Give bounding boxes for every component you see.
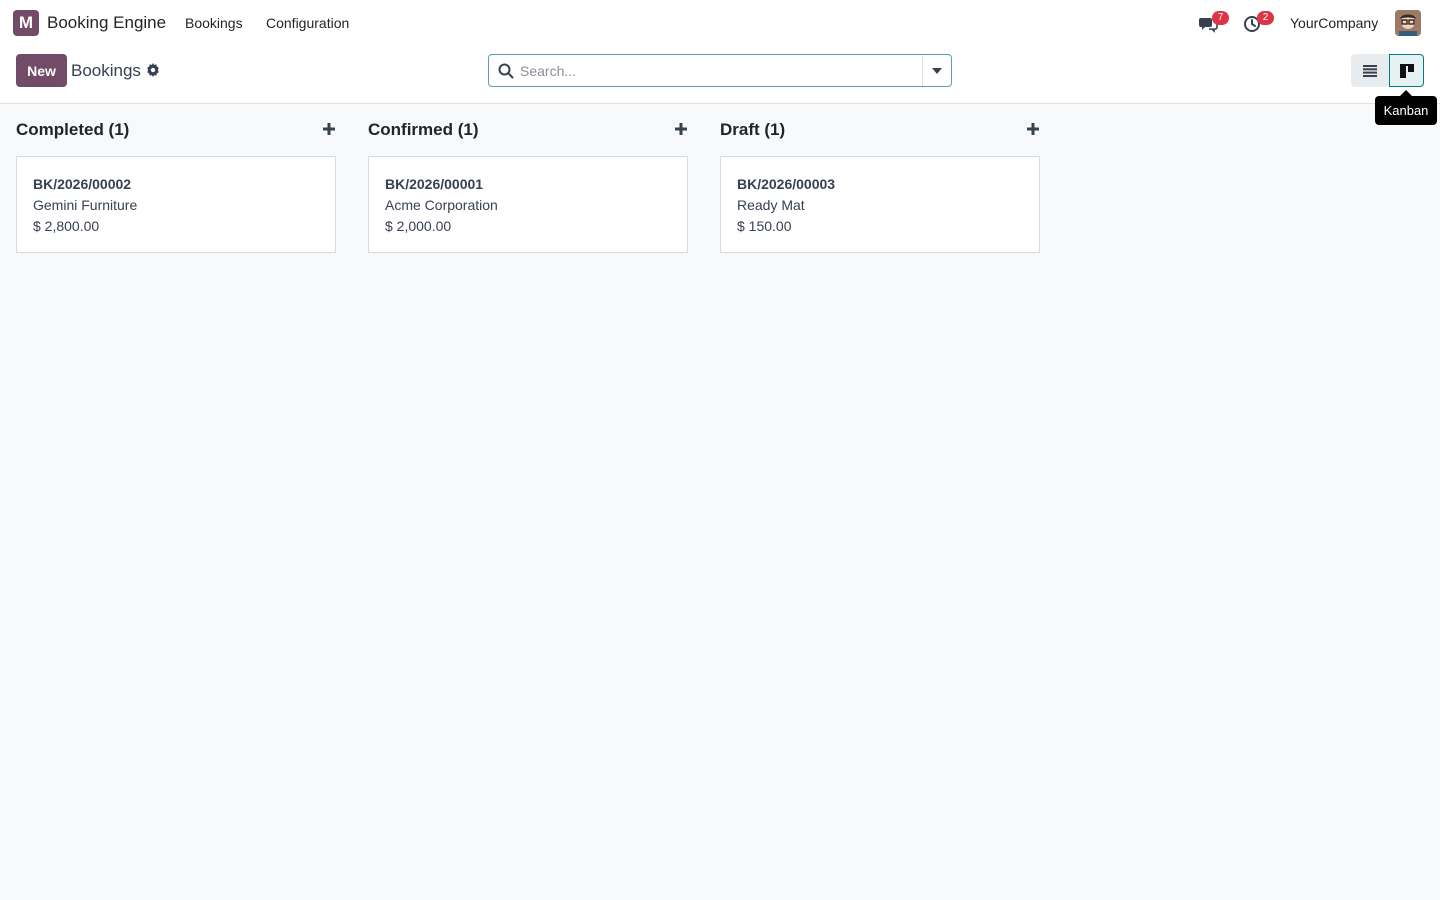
- search-input[interactable]: [520, 59, 910, 82]
- list-view-icon: [1363, 64, 1377, 77]
- column-title[interactable]: Confirmed (1): [368, 120, 479, 140]
- column-header: Confirmed (1): [368, 104, 688, 156]
- menu-configuration[interactable]: Configuration: [266, 15, 349, 31]
- menu-bookings[interactable]: Bookings: [185, 15, 243, 31]
- control-panel: New Bookings: [0, 46, 1440, 104]
- booking-reference: BK/2026/00003: [737, 176, 836, 192]
- activities-count-badge: 2: [1257, 11, 1274, 25]
- plus-icon[interactable]: [1026, 122, 1040, 136]
- column-title[interactable]: Completed (1): [16, 120, 129, 140]
- activities-button[interactable]: 2: [1243, 11, 1274, 34]
- customer-name: Gemini Furniture: [33, 197, 138, 213]
- caret-down-icon: [932, 67, 942, 74]
- kanban-column-confirmed: Confirmed (1) BK/2026/00001 Acme Corpora…: [368, 104, 688, 253]
- search-options-toggle[interactable]: [922, 55, 951, 86]
- search-bar: [488, 54, 952, 87]
- list-view-button[interactable]: [1351, 54, 1389, 87]
- top-navbar: M Booking Engine Bookings Configuration …: [0, 0, 1440, 46]
- kanban-card[interactable]: BK/2026/00002 Gemini Furniture $ 2,800.0…: [16, 156, 336, 253]
- customer-name: Acme Corporation: [385, 197, 498, 213]
- messages-button[interactable]: 7: [1198, 11, 1229, 34]
- plus-icon[interactable]: [322, 122, 336, 136]
- kanban-column-draft: Draft (1) BK/2026/00003 Ready Mat $ 150.…: [720, 104, 1040, 253]
- new-button[interactable]: New: [16, 54, 67, 87]
- column-title[interactable]: Draft (1): [720, 120, 785, 140]
- messages-count-badge: 7: [1212, 11, 1229, 25]
- kanban-card[interactable]: BK/2026/00001 Acme Corporation $ 2,000.0…: [368, 156, 688, 253]
- company-switcher[interactable]: YourCompany: [1290, 15, 1378, 31]
- booking-reference: BK/2026/00002: [33, 176, 132, 192]
- column-header: Draft (1): [720, 104, 1040, 156]
- customer-name: Ready Mat: [737, 197, 805, 213]
- kanban-tooltip: Kanban: [1375, 96, 1437, 125]
- booking-amount: $ 2,000.00: [385, 218, 452, 234]
- view-switcher: [1351, 54, 1424, 87]
- column-header: Completed (1): [16, 104, 336, 156]
- kanban-column-completed: Completed (1) BK/2026/00002 Gemini Furni…: [16, 104, 336, 253]
- avatar[interactable]: [1395, 10, 1421, 36]
- kanban-view-icon: [1399, 63, 1414, 78]
- booking-reference: BK/2026/00001: [385, 176, 484, 192]
- kanban-card[interactable]: BK/2026/00003 Ready Mat $ 150.00: [720, 156, 1040, 253]
- booking-amount: $ 150.00: [737, 218, 792, 234]
- search-icon: [498, 63, 514, 79]
- app-name[interactable]: Booking Engine: [47, 13, 166, 33]
- actions-gear-button[interactable]: [146, 63, 162, 79]
- kanban-view-button[interactable]: [1389, 54, 1424, 87]
- booking-amount: $ 2,800.00: [33, 218, 100, 234]
- app-logo[interactable]: M: [13, 10, 39, 36]
- plus-icon[interactable]: [674, 122, 688, 136]
- user-avatar-icon: [1395, 10, 1421, 36]
- gear-icon: [147, 63, 159, 77]
- page-title: Bookings: [71, 61, 141, 80]
